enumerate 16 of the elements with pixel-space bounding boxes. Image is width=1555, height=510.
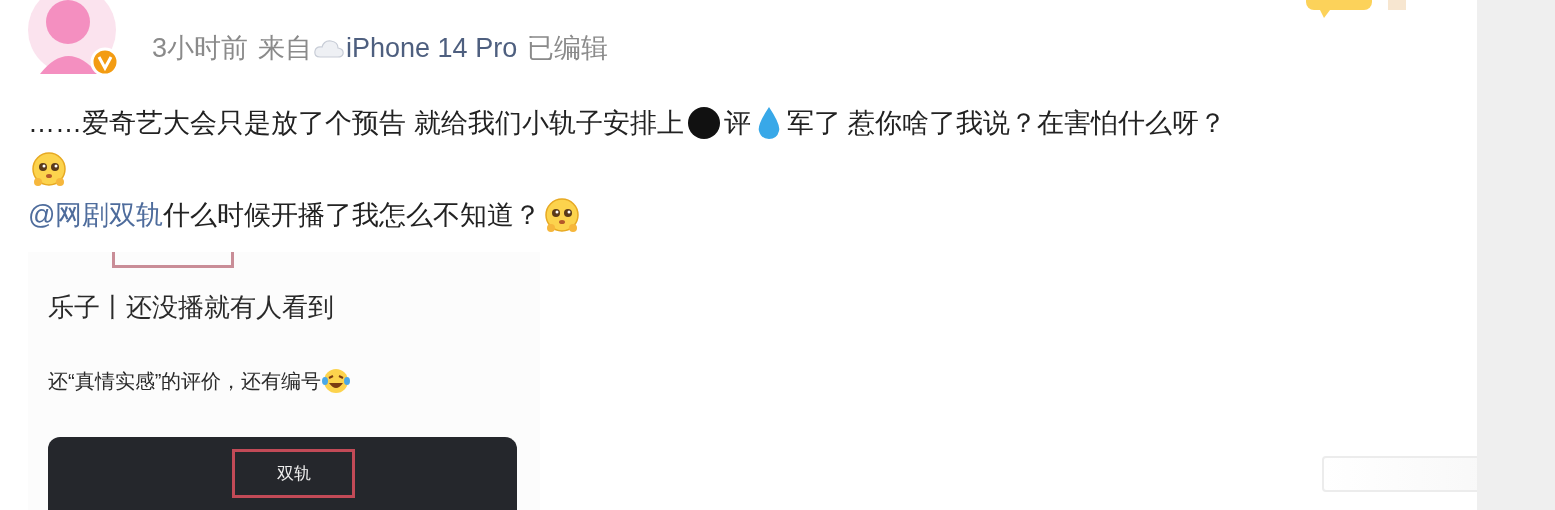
post-time: 3小时前 (152, 32, 249, 65)
pleading-face-icon (543, 196, 582, 234)
cloud-icon (314, 37, 345, 60)
pleading-face-icon (30, 150, 68, 188)
mention-link[interactable]: @网剧双轨 (28, 194, 164, 236)
post-text: ……爱奇艺大会只是放了个预告 就给我们小轨子安排上 (28, 106, 684, 140)
circle-icon (685, 105, 722, 141)
laughing-face-icon (321, 367, 352, 395)
device-link[interactable]: iPhone 14 Pro (346, 28, 518, 69)
image-title: 乐子丨还没播就有人看到 (48, 291, 334, 324)
post-text: 军了 惹你啥了我说？在害怕什么呀？ (786, 106, 1227, 140)
post-text: 什么时候开播了我怎么不知道？ (163, 198, 542, 232)
post-text: 评 (723, 106, 751, 140)
edited-label: 已编辑 (527, 32, 609, 65)
image-caption: 还“真情实感”的评价，还有编号 (48, 369, 322, 394)
source-label: 来自 (258, 32, 313, 65)
